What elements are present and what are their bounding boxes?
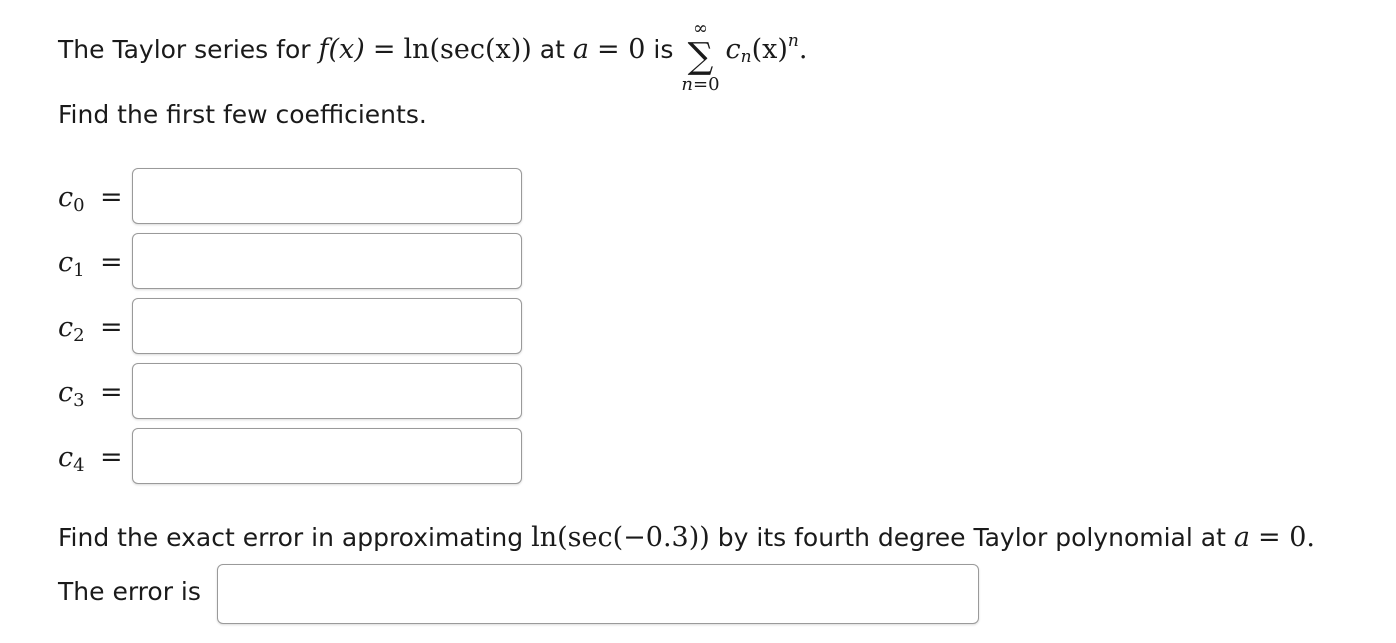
taylor-series-statement: The Taylor series for f(x) = ln(sec(x)) … (58, 19, 808, 94)
error-center-variable: a (1233, 522, 1250, 553)
sum-lower-limit: n=0 (681, 73, 720, 95)
c1-input[interactable] (132, 233, 522, 289)
coefficient-label: c4 (58, 442, 85, 476)
series-term: cn(x)n. (725, 30, 808, 67)
sum-lower-var: n (681, 73, 693, 95)
function-lhs: f(x) (318, 33, 365, 65)
coefficient-equals: = (100, 247, 123, 278)
coefficient-row: c4 = (58, 428, 528, 488)
summation: ∞ ∑ n=0 (681, 17, 720, 95)
center-value: = 0 (597, 33, 646, 65)
equals-sign: = (372, 33, 396, 65)
coefficient-equals: = (100, 377, 123, 408)
error-answer-input[interactable] (217, 564, 979, 624)
coefficient-row: c0 = (58, 168, 528, 228)
c2-input[interactable] (132, 298, 522, 354)
error-expression: ln(sec(−0.3)) (531, 522, 710, 553)
term-exponent: n (787, 30, 799, 51)
term-base: (x) (751, 33, 788, 65)
coefficient-row: c3 = (58, 363, 528, 423)
term-coefficient-subscript: n (740, 46, 752, 67)
coefficient-label: c3 (58, 377, 85, 411)
term-coefficient: c (725, 33, 741, 65)
coefficient-label: c2 (58, 312, 85, 346)
intro-text: The Taylor series for (58, 34, 311, 64)
coefficient-label: c0 (58, 182, 85, 216)
center-variable: a (572, 33, 590, 65)
error-suffix-text: by its fourth degree Taylor polynomial a… (717, 523, 1226, 552)
coefficient-row: c2 = (58, 298, 528, 358)
c3-input[interactable] (132, 363, 522, 419)
c0-input[interactable] (132, 168, 522, 224)
at-text: at (539, 34, 565, 64)
find-coefficients-text: Find the first few coefficients. (58, 100, 427, 129)
sum-upper-limit: ∞ (692, 17, 708, 39)
c4-input[interactable] (132, 428, 522, 484)
coefficient-equals: = (100, 312, 123, 343)
error-answer-label: The error is (58, 577, 201, 606)
coefficient-equals: = (100, 182, 123, 213)
coefficient-equals: = (100, 442, 123, 473)
function-rhs: ln(sec(x)) (403, 33, 532, 65)
error-question: Find the exact error in approximating ln… (58, 522, 1315, 553)
is-text: is (653, 34, 674, 64)
coefficient-label: c1 (58, 247, 85, 281)
sigma-symbol: ∑ (687, 35, 714, 77)
error-prefix-text: Find the exact error in approximating (58, 523, 524, 552)
sum-lower-val: =0 (692, 73, 720, 95)
term-period: . (798, 33, 808, 65)
coefficient-row: c1 = (58, 233, 528, 293)
error-center-value: = 0. (1257, 522, 1315, 553)
